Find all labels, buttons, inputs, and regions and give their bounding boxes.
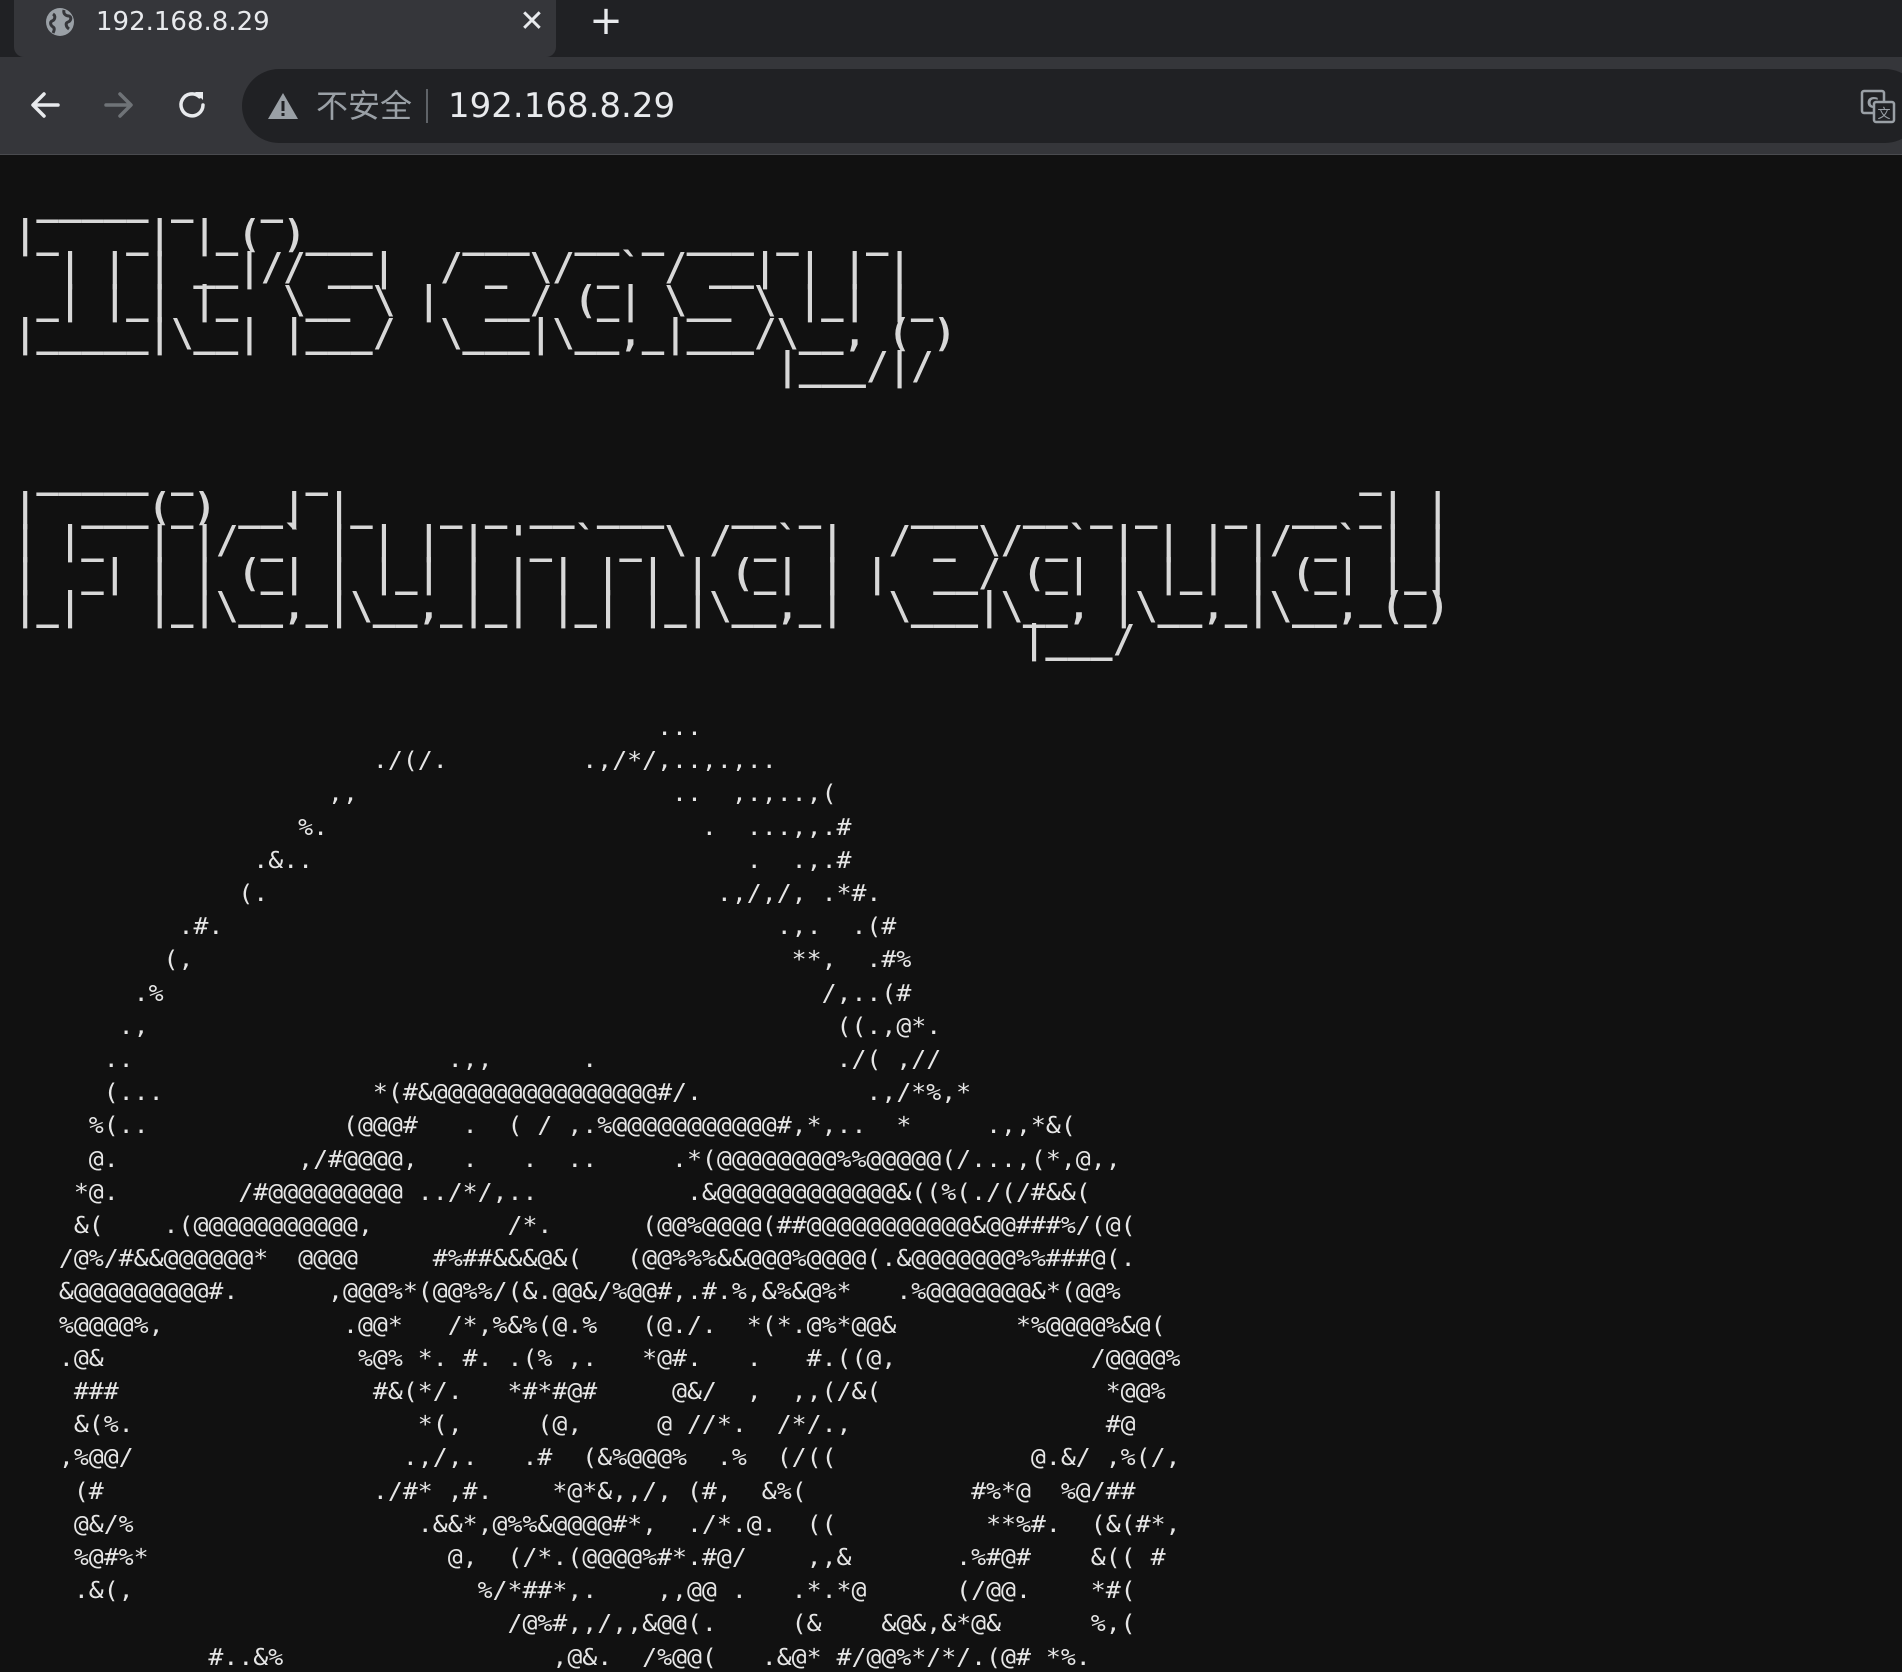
ascii-banner-its-easy: _____ _ _ |_ _| |_( )___ ___ __ _ ___ _ … (14, 179, 956, 388)
ascii-banner-fiduma-egua: _____ _ _ _ | ___(_) __| |_ _ _ __ ___ _… (14, 452, 1449, 661)
ascii-art-image: ... ./(/. .,/*/,..,.,.. ,, .. ,.,..,( %.… (58, 715, 1181, 1671)
tab-strip: 192.168.8.29 ✕ + (0, 0, 1902, 57)
warning-icon[interactable] (266, 89, 300, 123)
close-tab-button[interactable]: ✕ (514, 4, 550, 40)
page-content: _____ _ _ |_ _| |_( )___ ___ __ _ ___ _ … (0, 155, 1902, 1672)
omnibox-divider (426, 89, 428, 123)
new-tab-button[interactable]: + (584, 0, 628, 44)
forward-arrow-icon[interactable] (96, 83, 140, 127)
active-tab[interactable]: 192.168.8.29 ✕ (14, 0, 556, 57)
url-text[interactable]: 192.168.8.29 (448, 84, 675, 128)
svg-text:文: 文 (1877, 107, 1890, 122)
browser-toolbar: 不安全 192.168.8.29 G 文 (0, 57, 1902, 155)
tab-title: 192.168.8.29 (96, 7, 270, 37)
security-status-label[interactable]: 不安全 (316, 84, 412, 128)
address-bar[interactable]: 不安全 192.168.8.29 G 文 (242, 69, 1902, 143)
globe-icon (46, 8, 74, 36)
translate-icon[interactable]: G 文 (1860, 89, 1896, 125)
reload-icon[interactable] (170, 83, 214, 127)
back-arrow-icon[interactable] (24, 83, 68, 127)
